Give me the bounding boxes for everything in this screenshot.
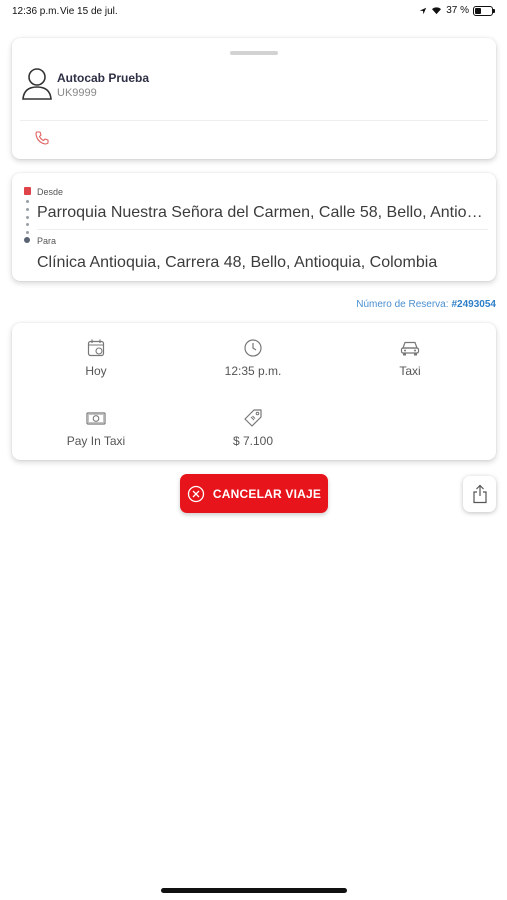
driver-plate: UK9999	[57, 87, 97, 99]
car-icon	[400, 341, 420, 356]
booking-number: Número de Reserva: #2493054	[356, 299, 496, 310]
status-bar: 12:36 p.m. Vie 15 de jul. 37 %	[0, 0, 507, 22]
vehicle-type-label: Taxi	[399, 364, 421, 378]
driver-name: Autocab Prueba	[57, 71, 150, 85]
location-arrow-icon	[420, 7, 427, 14]
wifi-icon	[432, 7, 442, 15]
battery-fill	[475, 7, 481, 14]
phone-icon[interactable]	[34, 130, 50, 146]
cash-icon	[86, 412, 106, 425]
price-tag-icon	[244, 409, 262, 427]
cancel-trip-label: CANCELAR VIAJE	[212, 486, 322, 501]
clock-icon	[244, 339, 262, 357]
cancel-trip-button[interactable]: CANCELAR VIAJE	[180, 474, 328, 513]
divider	[37, 229, 488, 230]
divider	[20, 120, 488, 121]
trip-date-label: Hoy	[85, 364, 107, 378]
trip-price: $ 7.100	[173, 408, 333, 448]
battery-icon	[473, 5, 495, 16]
trip-date: Hoy	[16, 338, 176, 378]
share-button[interactable]	[463, 476, 496, 512]
trip-time: 12:35 p.m.	[173, 338, 333, 378]
cancel-circle-icon	[187, 485, 205, 502]
route-card: Desde Parroquia Nuestra Señora del Carme…	[12, 173, 496, 281]
destination-marker-icon	[24, 237, 30, 243]
destination-address: Clínica Antioquia, Carrera 48, Bello, An…	[37, 254, 438, 271]
payment-method-label: Pay In Taxi	[66, 434, 126, 448]
status-indicators: 37 %	[419, 5, 495, 16]
trip-price-label: $ 7.100	[232, 434, 274, 448]
battery-percent: 37 %	[446, 5, 469, 16]
status-date: Vie 15 de jul.	[60, 6, 118, 17]
origin-marker-icon	[24, 187, 31, 195]
home-indicator[interactable]	[161, 888, 347, 893]
route-dots	[26, 200, 29, 234]
vehicle-type: Taxi	[330, 338, 490, 378]
origin-address: Parroquia Nuestra Señora del Carmen, Cal…	[37, 204, 487, 221]
booking-number-value: #2493054	[451, 299, 497, 310]
driver-card[interactable]: Autocab Prueba UK9999	[12, 38, 496, 159]
booking-label: Número de Reserva:	[356, 299, 449, 310]
trip-time-label: 12:35 p.m.	[224, 364, 282, 378]
status-time: 12:36 p.m.	[12, 6, 60, 17]
user-icon	[22, 68, 52, 100]
share-icon	[472, 484, 487, 504]
calendar-icon	[87, 339, 105, 357]
payment-method: Pay In Taxi	[16, 408, 176, 448]
destination-label: Para	[37, 236, 57, 246]
origin-label: Desde	[37, 187, 64, 197]
drag-handle[interactable]	[230, 51, 278, 55]
trip-details-card: Hoy 12:35 p.m. Taxi Pay In Taxi $ 7.100	[12, 323, 496, 460]
